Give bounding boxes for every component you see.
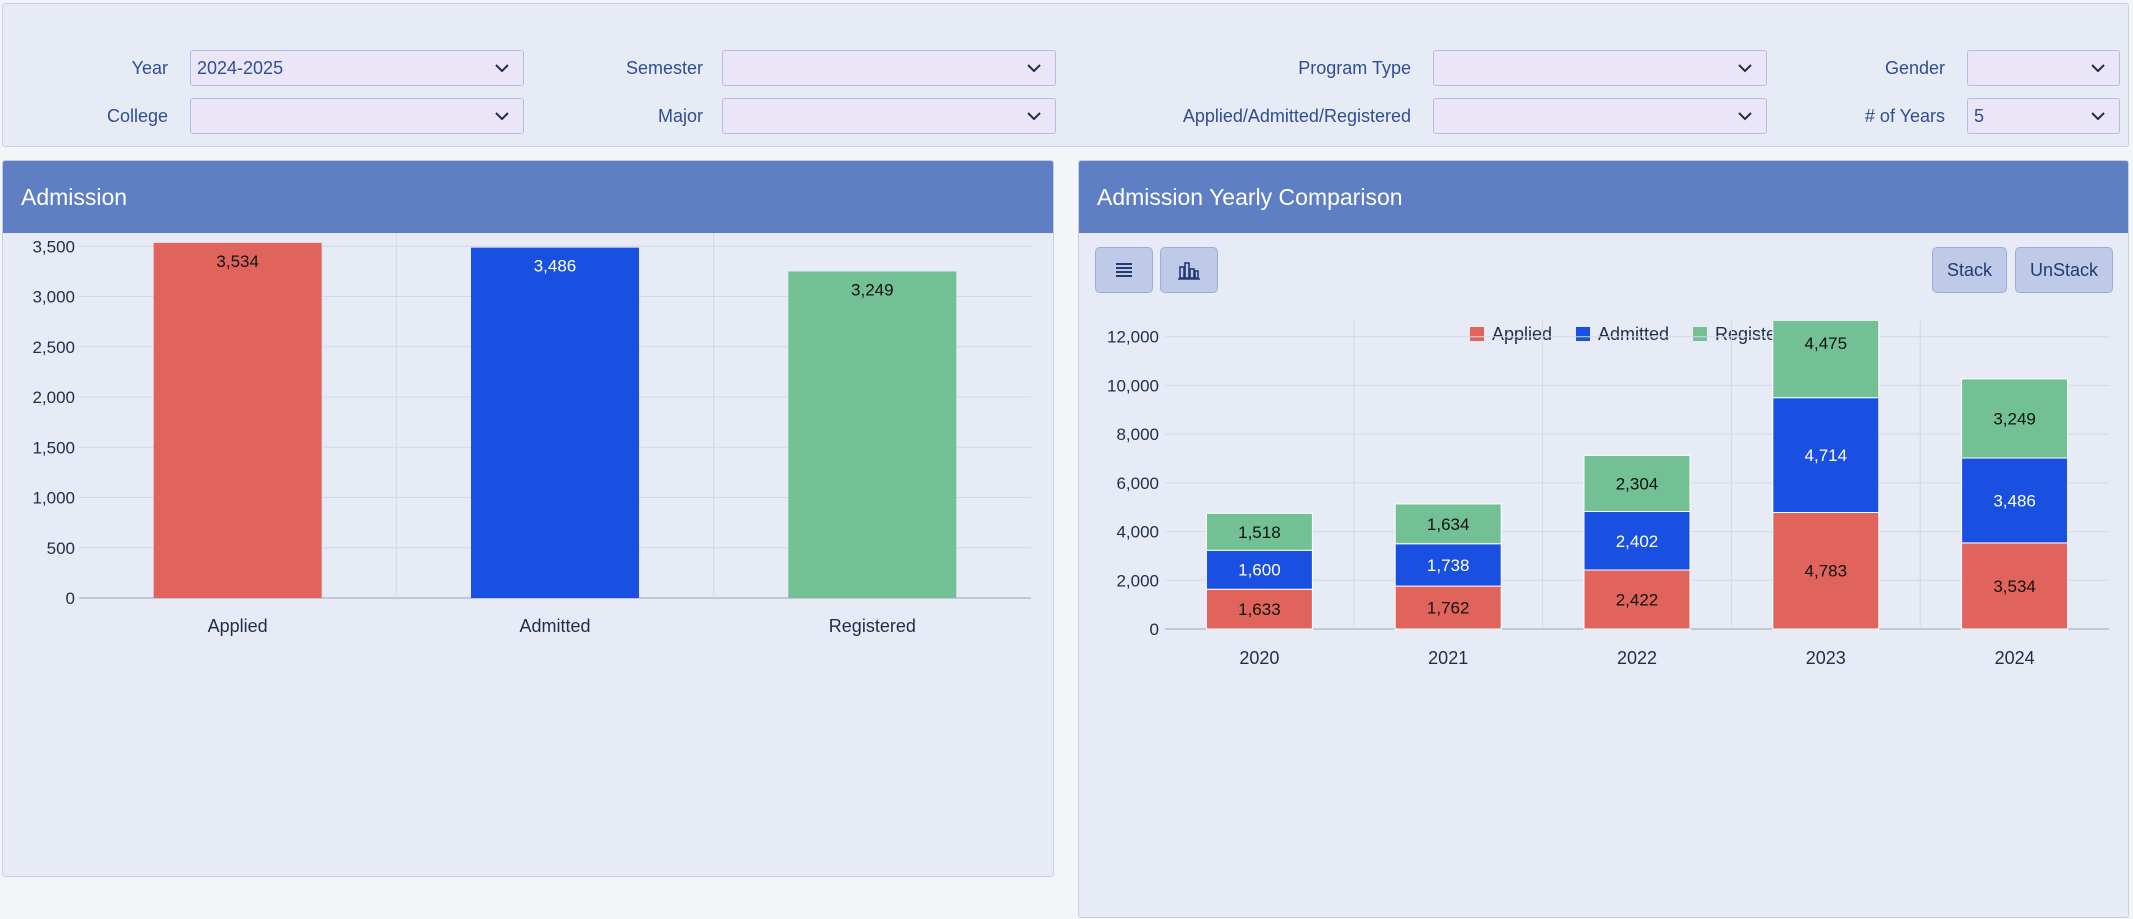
applied-admitted-registered-select[interactable] <box>1433 98 1767 134</box>
chevron-down-icon <box>2091 112 2105 121</box>
chevron-down-icon <box>495 112 509 121</box>
yearly-stacked-bar-chart: Applied Admitted Registered02,0004,0006,00… <box>1107 321 2109 668</box>
bar-value-label: 3,486 <box>534 257 577 276</box>
y-tick-label: 3,500 <box>32 237 75 256</box>
unstack-button[interactable]: UnStack <box>2015 247 2113 293</box>
list-view-button[interactable] <box>1095 247 1153 293</box>
legend-swatch <box>1693 327 1707 341</box>
filter-bar: Year 2024-2025 College Semester Major Pr… <box>2 3 2129 147</box>
bar-value-label: 3,534 <box>1993 577 2036 596</box>
college-label: College <box>106 106 168 126</box>
x-tick-label: 2020 <box>1239 648 1279 668</box>
bar-value-label: 2,422 <box>1616 591 1659 610</box>
bar <box>788 271 957 598</box>
y-tick-label: 4,000 <box>1116 523 1159 542</box>
bar-value-label: 2,304 <box>1616 474 1659 493</box>
bar-chart-icon <box>1178 262 1200 280</box>
x-tick-label: 2021 <box>1428 648 1468 668</box>
gender-select[interactable] <box>1967 50 2120 86</box>
bar <box>153 242 322 598</box>
college-select[interactable] <box>190 98 524 134</box>
year-select-value: 2024-2025 <box>197 58 284 78</box>
semester-select[interactable] <box>722 50 1056 86</box>
x-tick-label: Registered <box>829 616 916 636</box>
y-tick-label: 6,000 <box>1116 474 1159 493</box>
x-tick-label: 2024 <box>1995 648 2035 668</box>
bar-value-label: 3,249 <box>851 280 894 299</box>
bar-value-label: 1,633 <box>1238 600 1281 619</box>
y-tick-label: 2,000 <box>1116 571 1159 590</box>
bar-value-label: 1,600 <box>1238 561 1281 580</box>
bar <box>471 247 639 599</box>
chevron-down-icon <box>1738 64 1752 73</box>
bar-value-label: 1,518 <box>1238 523 1281 542</box>
admission-panel-title: Admission <box>3 161 1053 233</box>
chevron-down-icon <box>2091 64 2105 73</box>
y-tick-label: 500 <box>47 539 75 558</box>
y-tick-label: 8,000 <box>1116 425 1159 444</box>
y-tick-label: 3,000 <box>32 288 75 307</box>
bar-value-label: 1,634 <box>1427 515 1470 534</box>
yearly-comparison-panel: Admission Yearly Comparison Stack UnStac… <box>1078 160 2129 918</box>
yearly-comparison-panel-title: Admission Yearly Comparison <box>1079 161 2128 233</box>
y-tick-label: 0 <box>1150 620 1159 639</box>
years-count-select-value: 5 <box>1974 106 1985 126</box>
chevron-down-icon <box>1738 112 1752 121</box>
bar-value-label: 3,534 <box>216 252 259 271</box>
years-count-select[interactable]: 5 <box>1967 98 2120 134</box>
bar-value-label: 4,475 <box>1805 334 1848 353</box>
chevron-down-icon <box>1027 112 1041 121</box>
major-select[interactable] <box>722 98 1056 134</box>
x-tick-label: Applied <box>208 616 268 636</box>
year-label: Year <box>131 58 168 78</box>
y-tick-label: 1,000 <box>32 489 75 508</box>
x-tick-label: 2023 <box>1806 648 1846 668</box>
major-label: Major <box>657 106 703 126</box>
legend-swatch <box>1470 327 1484 341</box>
chevron-down-icon <box>495 64 509 73</box>
stack-button[interactable]: Stack <box>1932 247 2007 293</box>
chart-view-button[interactable] <box>1160 247 1218 293</box>
chevron-down-icon <box>1027 64 1041 73</box>
bar-value-label: 2,402 <box>1616 532 1659 551</box>
y-tick-label: 1,500 <box>32 438 75 457</box>
bar-value-label: 3,486 <box>1993 491 2036 510</box>
list-icon <box>1116 263 1132 277</box>
years-count-label: # of Years <box>1864 106 1945 126</box>
program-type-select[interactable] <box>1433 50 1767 86</box>
bar-value-label: 4,714 <box>1805 446 1848 465</box>
legend-swatch <box>1576 327 1590 341</box>
legend-label: Admitted <box>1598 324 1669 344</box>
y-tick-label: 2,500 <box>32 338 75 357</box>
applied-admitted-registered-label: Applied/Admitted/Registered <box>1182 106 1411 126</box>
x-tick-label: 2022 <box>1617 648 1657 668</box>
bar-value-label: 4,783 <box>1805 562 1848 581</box>
bar-value-label: 3,249 <box>1993 409 2036 428</box>
gender-label: Gender <box>1884 58 1945 78</box>
program-type-label: Program Type <box>1298 58 1411 78</box>
admission-panel: Admission 0 500 1,000 1,500 2,000 2,500 3,000 3… <box>2 160 1054 877</box>
y-tick-label: 12,000 <box>1107 328 1159 347</box>
y-tick-label: 0 <box>66 589 75 608</box>
bar-segment <box>1772 321 1880 399</box>
year-select[interactable]: 2024-2025 <box>190 50 524 86</box>
semester-label: Semester <box>625 58 703 78</box>
bar-value-label: 1,738 <box>1427 556 1470 575</box>
y-tick-label: 10,000 <box>1107 376 1159 395</box>
y-tick-label: 2,000 <box>32 388 75 407</box>
admission-bar-chart: 05001,0001,5002,0002,5003,0003,5004,0003… <box>32 233 1031 636</box>
x-tick-label: Admitted <box>519 616 590 636</box>
bar-value-label: 1,762 <box>1427 599 1470 618</box>
